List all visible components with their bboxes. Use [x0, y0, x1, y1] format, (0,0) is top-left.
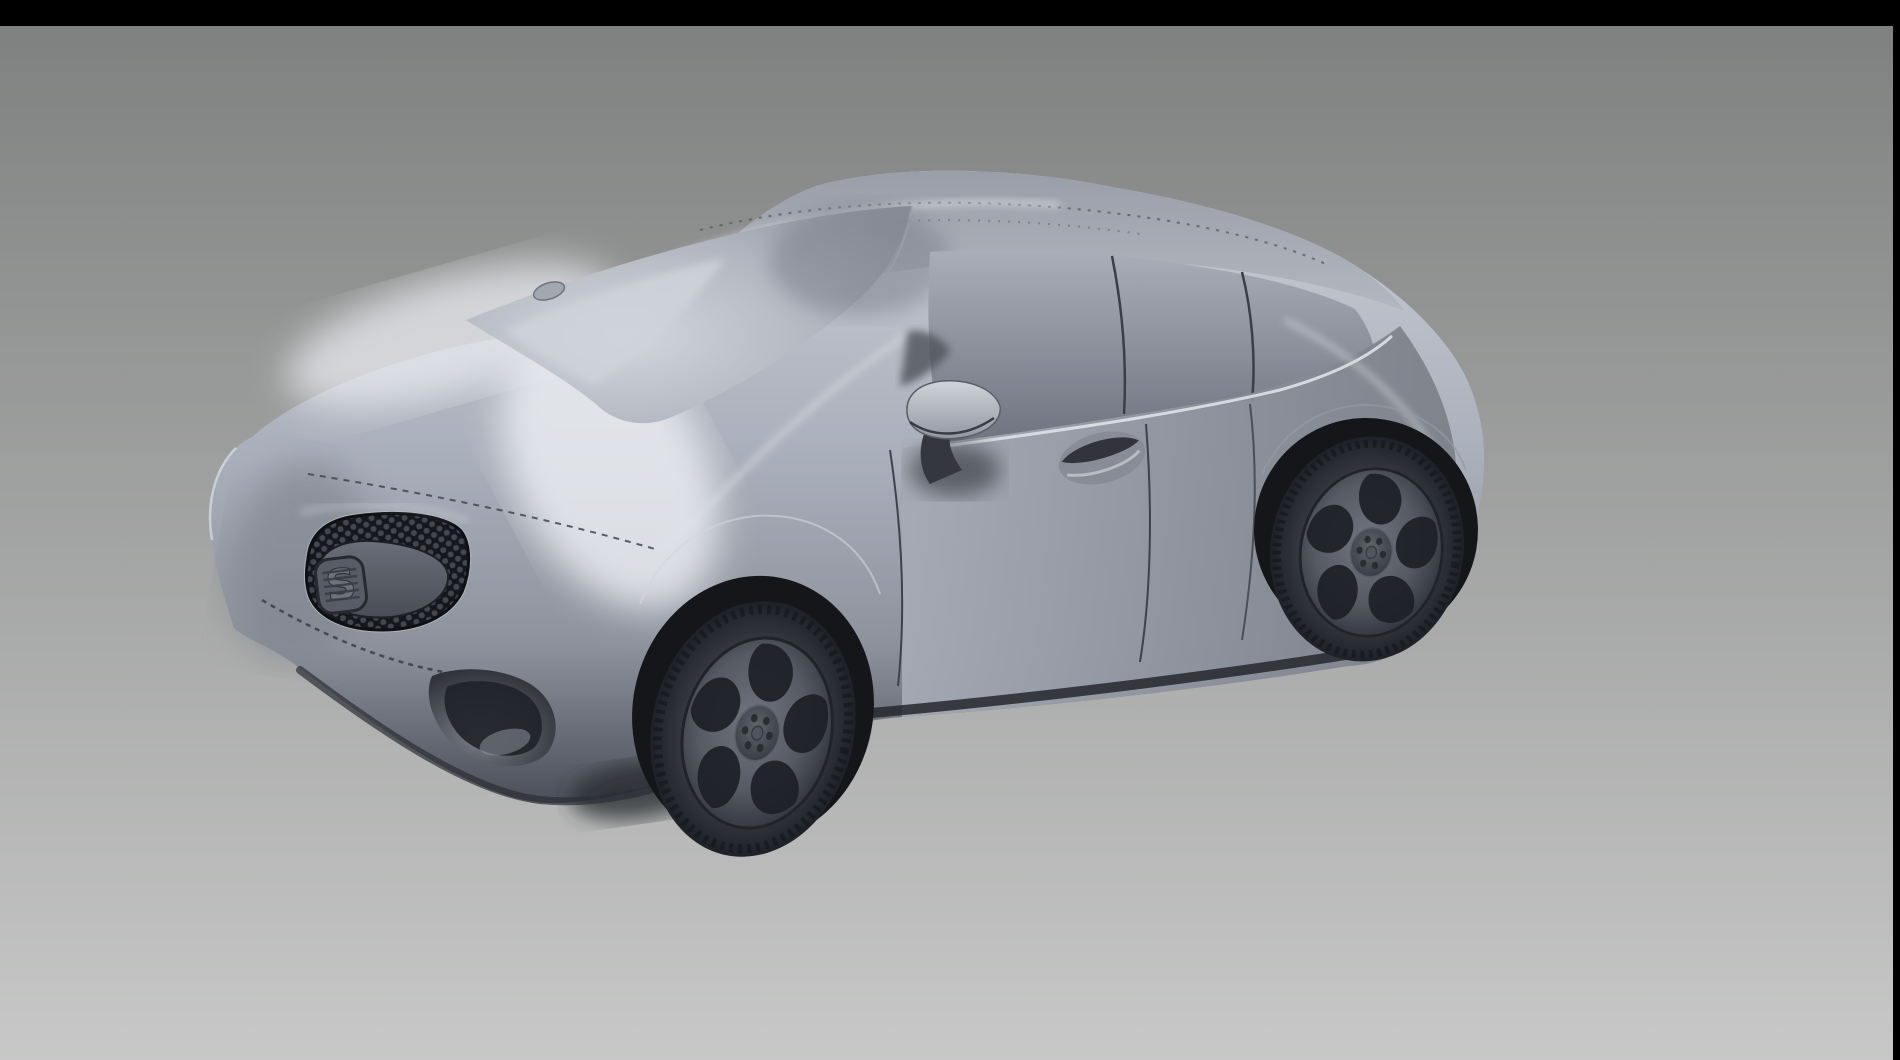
- letterbox-top-bar: [0, 0, 1900, 26]
- front-grille: S: [300, 505, 469, 630]
- windshield-shade: [770, 205, 950, 315]
- car-render-canvas: S: [0, 0, 1900, 1060]
- seat-badge: S: [314, 555, 368, 614]
- mirror-shell: [907, 381, 1000, 439]
- letterbox-right-bar: [1893, 0, 1900, 1060]
- car-model: S: [210, 171, 1496, 878]
- render-viewport[interactable]: S: [0, 0, 1900, 1060]
